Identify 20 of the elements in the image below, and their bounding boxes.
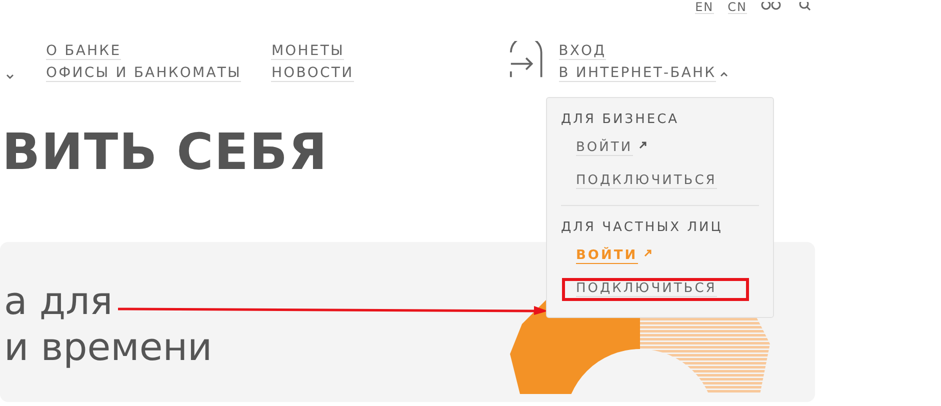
nav-link[interactable]: ОФИСЫ И БАНКОМАТЫ bbox=[46, 66, 242, 82]
language-link[interactable]: EN bbox=[695, 0, 714, 14]
chevron-down-icon[interactable] bbox=[6, 74, 14, 79]
menu-link[interactable]: ПОДКЛЮЧИТЬСЯ bbox=[576, 174, 717, 189]
card-text: и времени bbox=[4, 324, 212, 370]
page-heading: ВИТЬ СЕБЯ bbox=[2, 122, 328, 182]
nav-link[interactable]: МОНЕТЫ bbox=[271, 44, 344, 60]
chevron-up-icon[interactable] bbox=[720, 72, 728, 76]
language-link[interactable]: CN bbox=[728, 0, 747, 14]
menu-link[interactable]: ВОЙТИ bbox=[576, 141, 633, 156]
card-text: а для bbox=[4, 278, 114, 324]
menu-link[interactable]: ПОДКЛЮЧИТЬСЯ bbox=[576, 282, 717, 297]
nav-link[interactable]: НОВОСТИ bbox=[271, 66, 354, 82]
glasses-icon[interactable] bbox=[761, 2, 781, 12]
login-link[interactable]: ВХОД bbox=[558, 44, 606, 60]
login-link[interactable]: В ИНТЕРНЕТ-БАНК bbox=[558, 66, 716, 82]
nav-link[interactable]: О БАНКЕ bbox=[46, 44, 122, 60]
section-heading: ДЛЯ ЧАСТНЫХ ЛИЦ bbox=[561, 220, 724, 235]
section-heading: ДЛЯ БИЗНЕСА bbox=[561, 112, 680, 127]
search-icon[interactable] bbox=[799, 2, 811, 12]
